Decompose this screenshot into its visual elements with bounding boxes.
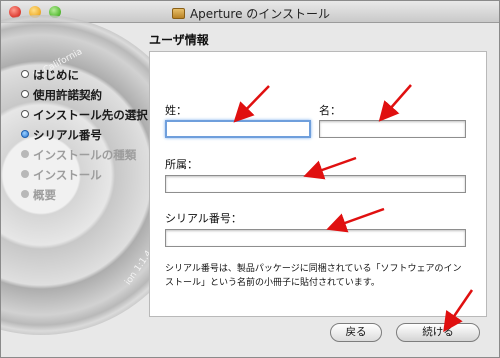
step-label: シリアル番号 <box>33 128 102 142</box>
step-serial-number: シリアル番号 <box>21 127 148 147</box>
step-pending-icon <box>21 150 29 158</box>
step-install-type: インストールの種類 <box>21 147 148 167</box>
step-done-icon <box>21 90 29 98</box>
step-done-icon <box>21 110 29 118</box>
section-title: ユーザ情報 <box>149 33 209 47</box>
step-current-icon <box>21 130 29 138</box>
step-label: 概要 <box>33 188 56 202</box>
back-button[interactable]: 戻る <box>330 323 382 342</box>
serial-number-label: シリアル番号： <box>165 212 242 225</box>
step-label: インストールの種類 <box>33 148 137 162</box>
installer-steps: はじめに 使用許諾契約 インストール先の選択 シリアル番号 インストールの種類 … <box>21 67 148 207</box>
window-title: Aperture のインストール <box>189 7 331 21</box>
step-introduction: はじめに <box>21 67 148 87</box>
serial-number-note: シリアル番号は、製品パッケージに同梱されている「ソフトウェアのインストール」とい… <box>165 264 462 288</box>
step-label: インストール先の選択 <box>33 108 148 122</box>
step-done-icon <box>21 70 29 78</box>
step-pending-icon <box>21 190 29 198</box>
organization-field[interactable] <box>165 175 466 193</box>
step-install: インストール <box>21 167 148 187</box>
user-info-panel: 姓： 名： 所属： シリアル番号： シリアル番号は、製品パッケージに同梱されてい… <box>149 51 487 317</box>
step-destination: インストール先の選択 <box>21 107 148 127</box>
step-pending-icon <box>21 170 29 178</box>
first-name-field[interactable] <box>319 120 466 138</box>
last-name-field[interactable] <box>165 120 311 138</box>
installer-window: Aperture のインストール In California ion 1:1.4… <box>0 0 500 358</box>
package-icon <box>171 8 185 19</box>
continue-button[interactable]: 続ける <box>396 323 480 342</box>
step-summary: 概要 <box>21 187 148 207</box>
serial-number-field[interactable] <box>165 229 466 247</box>
step-label: はじめに <box>33 68 79 82</box>
last-name-label: 姓： <box>165 104 187 117</box>
step-label: 使用許諾契約 <box>33 88 102 102</box>
first-name-label: 名： <box>319 104 341 117</box>
step-label: インストール <box>33 168 102 182</box>
step-license: 使用許諾契約 <box>21 87 148 107</box>
organization-label: 所属： <box>165 158 198 171</box>
